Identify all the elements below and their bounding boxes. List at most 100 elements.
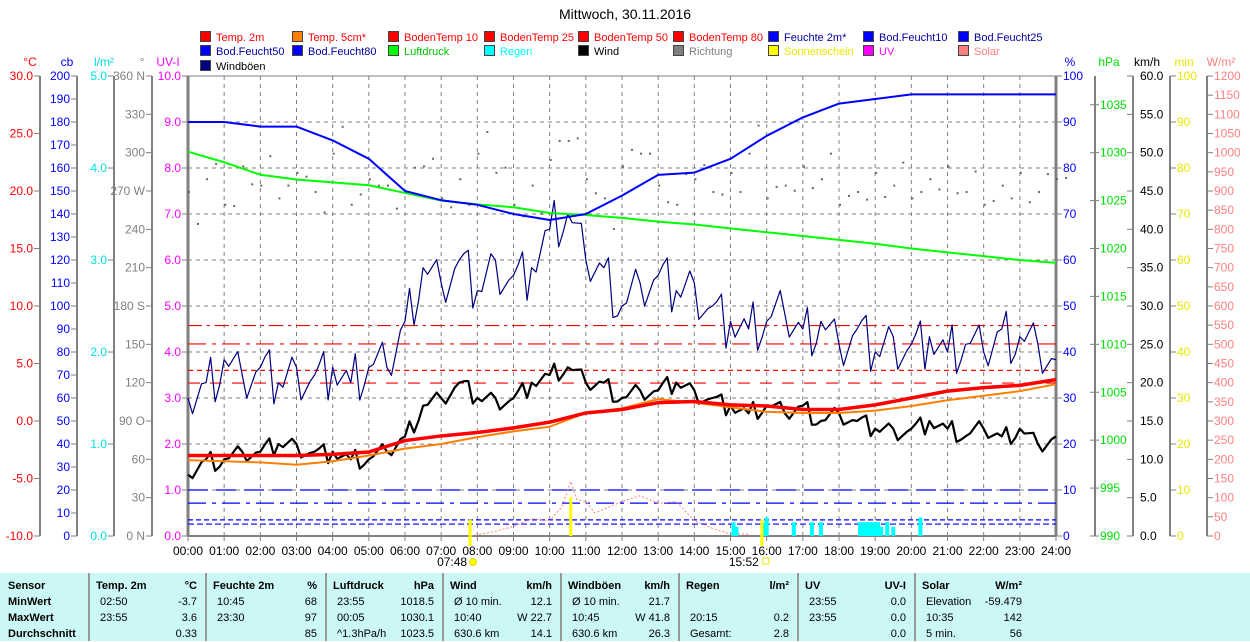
axis-tick-label: 650 <box>1214 280 1234 294</box>
direction-dot <box>368 178 371 181</box>
legend-item: Richtung <box>673 45 732 58</box>
legend-item: Solar <box>958 45 1000 58</box>
axis-tick-label: 15.0 <box>1140 414 1164 428</box>
direction-dot <box>938 188 941 191</box>
axis-tick-label: 160 <box>50 161 70 175</box>
rain-bar <box>818 522 823 536</box>
axis-tick-label: 190 <box>50 92 70 106</box>
direction-dot <box>820 178 823 181</box>
sunset-icon <box>762 557 770 565</box>
direction-dot <box>359 193 362 196</box>
direction-dot <box>486 130 489 133</box>
legend-item: Feuchte 2m* <box>768 31 846 44</box>
direction-dot <box>839 203 841 206</box>
legend-item: Bod.Feucht25 <box>958 31 1043 44</box>
stat-value: 142 <box>1003 612 1022 624</box>
direction-dot <box>920 191 923 193</box>
x-tick-label: 04:00 <box>318 544 348 558</box>
x-tick-label: 22:00 <box>969 544 999 558</box>
legend-item: Regen <box>484 45 532 58</box>
axis-tick-label: 45.0 <box>1140 184 1164 198</box>
legend-swatch <box>388 45 399 56</box>
legend-swatch <box>958 31 969 42</box>
axis-tick-label: 500 <box>1214 337 1234 351</box>
axis-tick-label: 300 <box>1214 414 1234 428</box>
sun-icon <box>469 558 478 566</box>
axis-tick-label: 270 W <box>110 184 145 198</box>
axis-tick-label: 70 <box>57 368 71 382</box>
axis-tick-label: 0 <box>1177 529 1184 543</box>
direction-dot <box>649 152 652 155</box>
direction-dot <box>1019 171 1022 174</box>
axis-tick-label: 60 <box>132 452 146 466</box>
x-tick-label: 06:00 <box>390 544 420 558</box>
direction-dot <box>296 171 299 174</box>
axis-tick-label: 80 <box>57 345 71 359</box>
axis-tick-label: 2.0 <box>90 345 107 359</box>
axis-tick-label: 30 <box>132 491 146 505</box>
x-tick-label: 01:00 <box>209 544 239 558</box>
legend-item: UV <box>863 45 894 58</box>
column-unit: km/h <box>644 580 670 592</box>
direction-dot <box>242 165 245 168</box>
stat-value: 1018.5 <box>400 596 434 608</box>
direction-dot <box>893 184 896 187</box>
axis-tick-label: 210 <box>125 261 145 275</box>
axis-tick-label: 2.0 <box>164 437 181 451</box>
axis-tick-label: 800 <box>1214 222 1234 236</box>
legend-swatch <box>768 45 779 56</box>
x-tick-label: 19:00 <box>860 544 890 558</box>
row-label: MinWert <box>8 596 52 608</box>
axis-tick-label: 30 <box>1063 391 1077 405</box>
stat-value: 97 <box>304 612 317 624</box>
legend-label: Feuchte 2m* <box>784 32 847 44</box>
direction-dot <box>622 165 624 168</box>
legend-swatch <box>200 45 211 56</box>
direction-dot <box>712 191 715 193</box>
legend-item: BodenTemp 50 <box>578 31 668 44</box>
legend-label: Bod.Feucht80 <box>308 46 377 58</box>
axis-tick-label: 700 <box>1214 261 1234 275</box>
x-tick-label: 20:00 <box>896 544 926 558</box>
sunrise-time: 07:48 <box>437 555 467 569</box>
axis-tick-label: 90 <box>1177 115 1191 129</box>
x-tick-label: 21:00 <box>932 544 962 558</box>
direction-dot <box>730 171 733 174</box>
axis-tick-label: 300 <box>125 146 145 160</box>
axis-tick-label: 130 <box>50 230 70 244</box>
axis-tick-label: -5.0 <box>12 472 33 486</box>
legend-label: Solar <box>974 46 1000 58</box>
direction-dot <box>983 203 986 206</box>
direction-dot <box>540 212 543 215</box>
stat-value: 1023.5 <box>400 628 434 640</box>
direction-dot <box>341 125 344 128</box>
axis-tick-label: 20 <box>1063 437 1077 451</box>
axis-tick-label: 4.0 <box>164 345 181 359</box>
axis-tick-label: 140 <box>50 207 70 221</box>
axis-tick-label: 0.0 <box>1140 529 1157 543</box>
axis-tick-label: 1005 <box>1100 385 1127 399</box>
stat-value: W 22.7 <box>517 612 552 624</box>
direction-dot <box>775 185 778 188</box>
direction-dot <box>278 197 281 200</box>
axis-tick-label: 10 <box>1063 483 1077 497</box>
direction-dot <box>956 192 959 195</box>
legend: Temp. 2m Temp. 5cm* BodenTemp 10 BodenTemp … <box>0 0 1250 75</box>
direction-dot <box>450 206 453 209</box>
x-tick-label: 13:00 <box>643 544 673 558</box>
axis-tick-label: 0 <box>1214 529 1221 543</box>
direction-dot <box>694 178 697 181</box>
axis-tick-label: 550 <box>1214 318 1234 332</box>
axis-tick-label: 1150 <box>1214 88 1240 102</box>
stat-value: 26.3 <box>648 628 670 640</box>
axis-tick-label: 10.0 <box>10 299 34 313</box>
stats-table: Sensor MinWert MaxWert Durchschnitt Temp. 2m… <box>0 573 1250 641</box>
x-tick-label: 02:00 <box>245 544 275 558</box>
legend-label: UV <box>879 46 895 58</box>
x-tick-label: 10:00 <box>535 544 565 558</box>
direction-dot <box>1010 197 1013 200</box>
legend-item: Temp. 2m <box>200 31 264 44</box>
direction-dot <box>1001 184 1004 187</box>
direction-dot <box>585 178 588 181</box>
direction-dot <box>739 191 742 193</box>
